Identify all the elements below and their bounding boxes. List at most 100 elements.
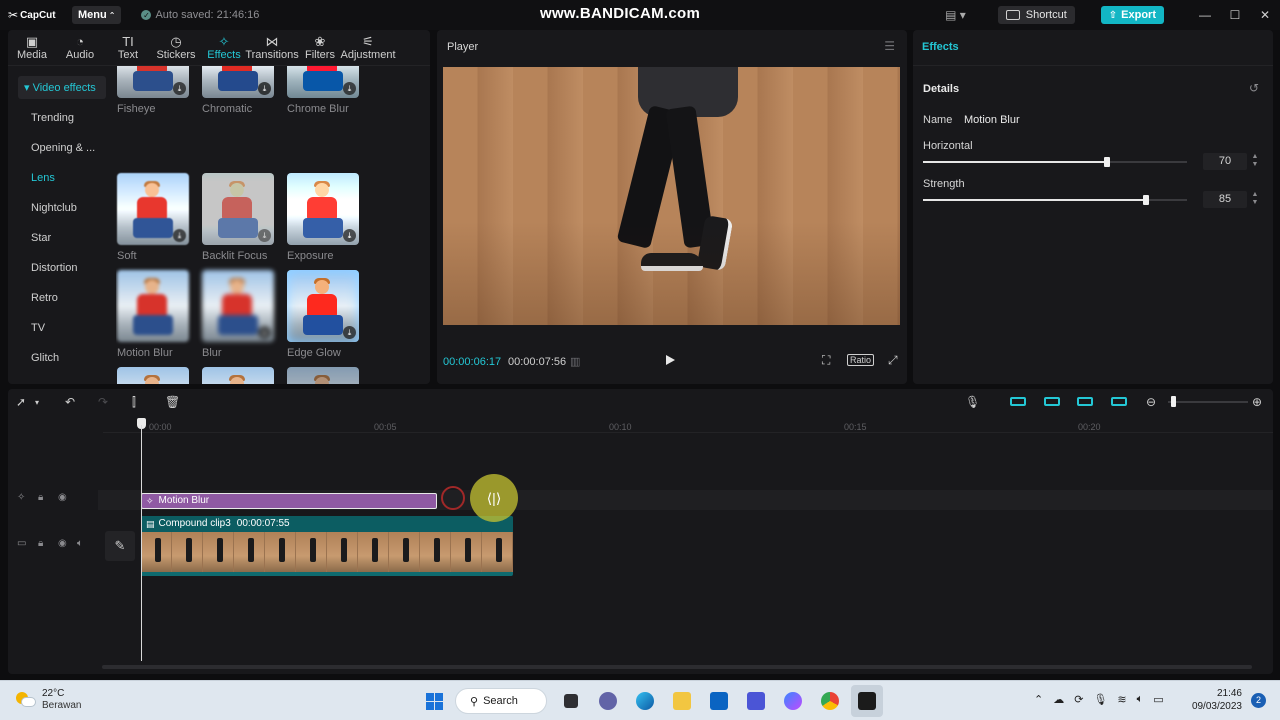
category-retro[interactable]: Retro <box>8 283 108 313</box>
tab-adjustment[interactable]: ⚟ Adjustment <box>340 30 395 65</box>
capcut-taskbar-icon[interactable] <box>851 685 883 717</box>
taskbar-search[interactable]: ⚲ Search <box>455 688 547 714</box>
effect-card-chrome-blur[interactable]: ⤓ Chrome Blur <box>287 66 359 115</box>
layout-icon[interactable]: ▤ ▾ <box>945 8 966 22</box>
weather-widget[interactable]: 22°C Berawan <box>16 688 81 712</box>
edit-pencil-icon[interactable]: ✎ <box>105 531 135 561</box>
reset-icon[interactable]: ↺ <box>1249 81 1259 95</box>
battery-icon[interactable]: ▭ <box>1153 693 1163 706</box>
split-icon[interactable]: ⫿ <box>132 395 136 410</box>
zoom-out-icon[interactable]: ⊖ <box>1146 395 1156 409</box>
task-view-icon[interactable] <box>555 685 587 717</box>
lock-icon[interactable]: 🔒︎ <box>38 492 43 503</box>
tab-text[interactable]: TI Text <box>104 30 152 65</box>
mail-icon[interactable] <box>703 685 735 717</box>
effect-card[interactable] <box>202 367 274 384</box>
tab-stickers[interactable]: ◷ Stickers <box>152 30 200 65</box>
effect-card[interactable] <box>287 367 359 384</box>
fullscreen-crop-icon[interactable]: ⛶ <box>822 353 830 368</box>
snap-icon[interactable] <box>1010 397 1026 406</box>
download-icon[interactable]: ⤓ <box>343 82 356 95</box>
strength-slider[interactable] <box>923 195 1187 205</box>
export-button[interactable]: ⇧ Export <box>1100 6 1164 24</box>
download-icon[interactable]: ⤓ <box>258 82 271 95</box>
category-group-video-effects[interactable]: ▾ Video effects <box>18 76 106 99</box>
delete-icon[interactable]: 🗑 <box>165 395 180 409</box>
tab-transitions[interactable]: ⋈ Transitions <box>245 30 298 65</box>
ratio-button[interactable]: Ratio <box>847 354 875 366</box>
tab-inspector-effects[interactable]: Effects <box>922 41 959 53</box>
time-ruler[interactable]: 00:00 00:05 00:10 00:15 00:20 <box>103 419 1273 433</box>
horizontal-value-input[interactable]: 70 <box>1203 153 1247 170</box>
horizontal-slider-handle[interactable] <box>1104 157 1110 167</box>
download-icon[interactable]: ⤓ <box>343 229 356 242</box>
select-cursor-icon[interactable]: ➚ <box>16 395 26 409</box>
maximize-icon[interactable]: ☐ <box>1220 8 1250 22</box>
notification-badge[interactable]: 2 <box>1251 693 1266 708</box>
eye-icon[interactable]: ◉ <box>58 538 67 549</box>
category-nightclub[interactable]: Nightclub <box>8 193 108 223</box>
chrome-icon[interactable] <box>814 685 846 717</box>
timeline-scrollbar[interactable] <box>102 665 1252 669</box>
horizontal-slider[interactable] <box>923 157 1187 167</box>
effect-card-blur[interactable]: ⤓ Blur <box>202 270 274 359</box>
microphone-icon[interactable]: 🎙 <box>1093 693 1107 706</box>
effect-card-motion-blur[interactable]: Motion Blur <box>117 270 189 359</box>
zoom-slider-handle[interactable] <box>1171 396 1176 407</box>
strength-value-input[interactable]: 85 <box>1203 191 1247 208</box>
vscode-icon[interactable] <box>740 685 772 717</box>
effect-card-backlit-focus[interactable]: ⤓ Backlit Focus <box>202 173 274 262</box>
horizontal-stepper[interactable]: ▲ ▼ <box>1250 153 1260 170</box>
strength-slider-handle[interactable] <box>1143 195 1149 205</box>
chevron-up-icon[interactable]: ⌃ <box>1034 693 1043 706</box>
download-icon[interactable]: ⤓ <box>343 326 356 339</box>
tab-media[interactable]: ▣ Media <box>8 30 56 65</box>
download-icon[interactable]: ⤓ <box>173 229 186 242</box>
timeline-icon[interactable]: ▥ <box>570 355 580 368</box>
video-preview[interactable] <box>443 67 900 325</box>
effect-card-exposure[interactable]: ⤓ Exposure <box>287 173 359 262</box>
hamburger-icon[interactable]: ☰ <box>884 39 895 53</box>
volume-icon[interactable]: 🔈︎ <box>1137 693 1144 706</box>
tab-filters[interactable]: ❀ Filters <box>296 30 344 65</box>
download-icon[interactable]: ⤓ <box>258 326 271 339</box>
download-icon[interactable]: ⤓ <box>173 82 186 95</box>
effect-card-chromatic[interactable]: ⤓ Chromatic <box>202 66 274 115</box>
category-distortion[interactable]: Distortion <box>8 253 108 283</box>
main-track-icon[interactable] <box>1111 397 1127 406</box>
microphone-icon[interactable]: 🎙 <box>965 395 980 409</box>
close-icon[interactable]: ✕ <box>1250 8 1280 22</box>
category-lens[interactable]: Lens <box>8 163 108 193</box>
chevron-down-icon[interactable]: ▾ <box>35 398 39 407</box>
category-star[interactable]: Star <box>8 223 108 253</box>
zoom-slider[interactable] <box>1168 401 1248 403</box>
taskbar-clock[interactable]: 21:46 09/03/2023 <box>1186 687 1242 713</box>
zoom-in-icon[interactable]: ⊕ <box>1252 395 1262 409</box>
effect-card-edge-glow[interactable]: ⤓ Edge Glow <box>287 270 359 359</box>
effect-card-soft[interactable]: ⤓ Soft <box>117 173 189 262</box>
expand-icon[interactable]: ⤢ <box>888 353 898 368</box>
strength-stepper[interactable]: ▲ ▼ <box>1250 191 1260 208</box>
download-icon[interactable]: ⤓ <box>258 229 271 242</box>
category-tv[interactable]: TV <box>8 313 108 343</box>
cloud-icon[interactable]: ☁ <box>1053 693 1064 706</box>
category-opening[interactable]: Opening & ... <box>8 133 108 163</box>
effect-card-fisheye[interactable]: ⤓ Fisheye <box>117 66 189 115</box>
video-clip-compound[interactable]: ▤ Compound clip3 00:00:07:55 <box>141 516 513 576</box>
play-icon[interactable] <box>666 355 675 365</box>
lock-icon[interactable]: 🔒︎ <box>38 538 43 549</box>
wifi-icon[interactable]: ≋ <box>1117 693 1126 706</box>
start-button[interactable] <box>418 685 450 717</box>
speaker-icon[interactable]: 🔈︎ <box>77 538 83 549</box>
category-trending[interactable]: Trending <box>8 103 108 133</box>
shortcut-button[interactable]: Shortcut <box>997 6 1075 24</box>
preview-axis-icon[interactable] <box>1077 397 1093 406</box>
tab-audio[interactable]: ◔ Audio <box>56 30 104 65</box>
link-icon[interactable] <box>1044 397 1060 406</box>
file-explorer-icon[interactable] <box>666 685 698 717</box>
tab-effects[interactable]: ✧ Effects <box>200 30 248 65</box>
playhead[interactable] <box>141 425 142 661</box>
menu-button[interactable]: Menu ⌃ <box>72 6 122 24</box>
category-glitch[interactable]: Glitch <box>8 343 108 373</box>
teams-icon[interactable] <box>592 685 624 717</box>
